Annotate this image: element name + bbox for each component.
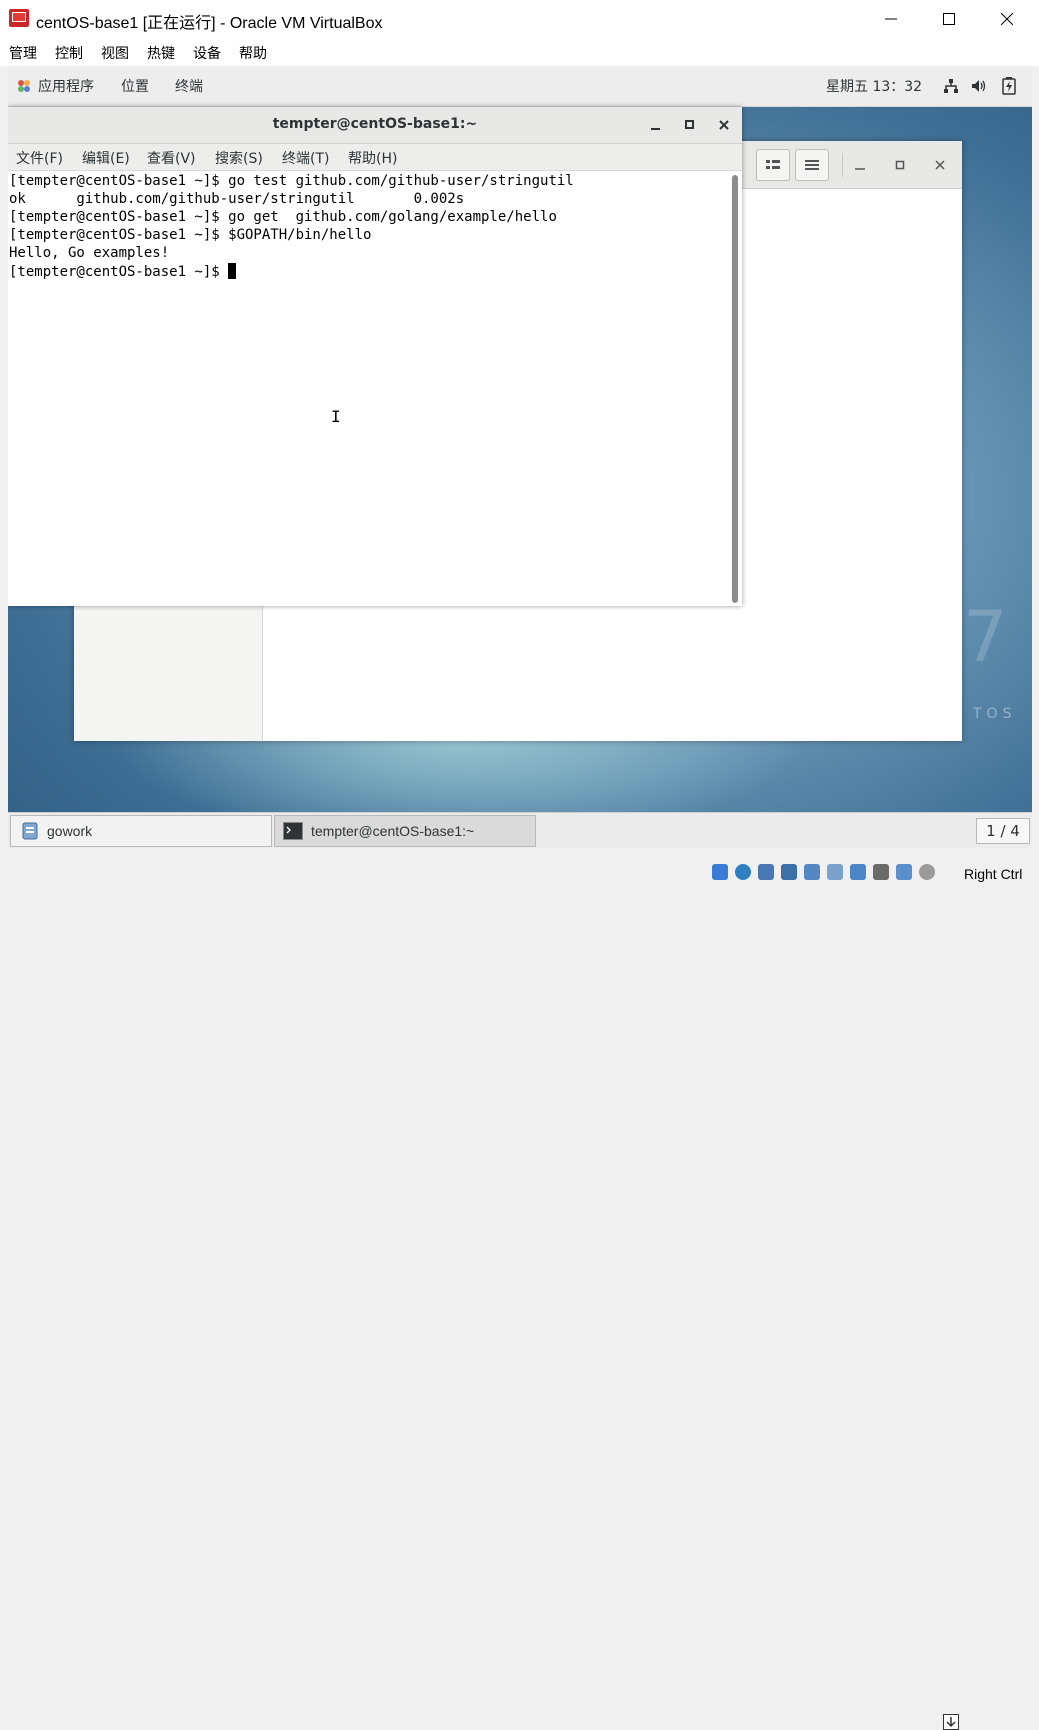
terminal-app-menu[interactable]: 终端 bbox=[175, 76, 203, 96]
network-icon[interactable] bbox=[943, 78, 959, 94]
host-key-label: Right Ctrl bbox=[964, 866, 1023, 882]
cpu-icon[interactable] bbox=[896, 864, 912, 880]
centos-watermark-number: 7 bbox=[963, 596, 1008, 678]
clock[interactable]: 星期五 13：32 bbox=[826, 76, 922, 96]
vbox-menubar: 管理 控制 视图 热键 设备 帮助 bbox=[0, 38, 1039, 66]
taskbar-label: gowork bbox=[47, 823, 93, 839]
vbox-titlebar: centOS-base1 [正在运行] - Oracle VM VirtualB… bbox=[0, 0, 1039, 38]
terminal-title: tempter@centOS-base1:~ bbox=[272, 116, 478, 132]
terminal-line: [tempter@centOS-base1 ~]$ $GOPATH/bin/he… bbox=[9, 227, 372, 243]
guest-screen[interactable]: 7 TOS 应用程序 位置 终端 星期五 13：32 tempter@centO… bbox=[8, 66, 1032, 848]
terminal-menu-help[interactable]: 帮助(H) bbox=[348, 148, 397, 168]
window-title: centOS-base1 [正在运行] - Oracle VM VirtualB… bbox=[36, 15, 383, 32]
terminal-menu-terminal[interactable]: 终端(T) bbox=[282, 148, 329, 168]
terminal-menu-edit[interactable]: 编辑(E) bbox=[82, 148, 130, 168]
hard-disk-icon[interactable] bbox=[712, 864, 728, 880]
minimize-icon bbox=[885, 18, 897, 20]
terminal-maximize-icon[interactable] bbox=[684, 119, 696, 131]
fm-minimize-icon[interactable] bbox=[854, 159, 866, 171]
terminal-window[interactable]: tempter@centOS-base1:~ 文件(F) 编辑(E) 查看(V)… bbox=[8, 107, 742, 606]
workspace-switcher[interactable]: 1 / 4 bbox=[976, 818, 1030, 844]
text-cursor bbox=[228, 263, 237, 279]
terminal-scrollbar[interactable] bbox=[732, 175, 738, 603]
menu-devices[interactable]: 设备 bbox=[193, 43, 221, 63]
host-key-arrow-icon bbox=[943, 1714, 959, 1730]
menu-help[interactable]: 帮助 bbox=[239, 43, 267, 63]
menu-control[interactable]: 控制 bbox=[55, 43, 83, 63]
applications-menu[interactable]: 应用程序 bbox=[38, 76, 94, 96]
terminal-prompt: [tempter@centOS-base1 ~]$ bbox=[9, 264, 229, 280]
gnome-bottom-panel: gowork tempter@centOS-base1:~ 1 / 4 bbox=[8, 812, 1032, 848]
header-separator bbox=[842, 153, 843, 177]
display-icon[interactable] bbox=[850, 864, 866, 880]
terminal-menu-view[interactable]: 查看(V) bbox=[147, 148, 196, 168]
terminal-close-icon[interactable] bbox=[718, 119, 730, 131]
terminal-menubar: 文件(F) 编辑(E) 查看(V) 搜索(S) 终端(T) 帮助(H) bbox=[8, 144, 742, 171]
taskbar-item-gowork[interactable]: gowork bbox=[10, 815, 272, 847]
file-manager-icon bbox=[22, 822, 38, 840]
mouse-ibeam-cursor-icon: I bbox=[331, 407, 341, 426]
applications-icon bbox=[18, 80, 30, 92]
menu-manage[interactable]: 管理 bbox=[9, 43, 37, 63]
menu-hotkey[interactable]: 热键 bbox=[147, 43, 175, 63]
fm-close-icon[interactable] bbox=[934, 159, 946, 171]
mouse-integration-icon[interactable] bbox=[919, 864, 935, 880]
terminal-prompt-line[interactable]: [tempter@centOS-base1 ~]$ bbox=[9, 263, 237, 280]
vbox-statusbar bbox=[0, 848, 1039, 1730]
audio-icon[interactable] bbox=[758, 864, 774, 880]
virtualbox-app-icon bbox=[9, 9, 29, 27]
terminal-menu-file[interactable]: 文件(F) bbox=[16, 148, 63, 168]
terminal-minimize-icon[interactable] bbox=[650, 119, 662, 131]
terminal-icon bbox=[283, 822, 303, 840]
fm-maximize-icon[interactable] bbox=[894, 159, 906, 171]
close-icon bbox=[1001, 13, 1013, 25]
battery-icon[interactable] bbox=[1002, 77, 1016, 95]
terminal-line: [tempter@centOS-base1 ~]$ go test github… bbox=[9, 173, 574, 189]
taskbar-label: tempter@centOS-base1:~ bbox=[311, 823, 475, 839]
terminal-output[interactable]: [tempter@centOS-base1 ~]$ go test github… bbox=[8, 171, 730, 606]
volume-icon[interactable] bbox=[971, 78, 987, 94]
centos-watermark-text: TOS bbox=[973, 706, 1017, 722]
menu-button[interactable] bbox=[795, 149, 829, 181]
minimize-button[interactable] bbox=[862, 0, 920, 38]
terminal-line: [tempter@centOS-base1 ~]$ go get github.… bbox=[9, 209, 557, 225]
taskbar-item-terminal[interactable]: tempter@centOS-base1:~ bbox=[274, 815, 536, 847]
optical-drive-icon[interactable] bbox=[735, 864, 751, 880]
terminal-line: ok github.com/github-user/stringutil 0.0… bbox=[9, 191, 465, 207]
close-button[interactable] bbox=[978, 0, 1036, 38]
menu-view[interactable]: 视图 bbox=[101, 43, 129, 63]
network-adapter-icon[interactable] bbox=[781, 864, 797, 880]
recording-icon[interactable] bbox=[873, 864, 889, 880]
list-view-icon bbox=[766, 160, 780, 169]
places-menu[interactable]: 位置 bbox=[121, 76, 149, 96]
terminal-titlebar[interactable]: tempter@centOS-base1:~ bbox=[8, 107, 742, 144]
terminal-line: Hello, Go examples! bbox=[9, 245, 170, 261]
shared-folders-icon[interactable] bbox=[827, 864, 843, 880]
gnome-topbar: 应用程序 位置 终端 星期五 13：32 bbox=[8, 66, 1032, 107]
terminal-menu-search[interactable]: 搜索(S) bbox=[215, 148, 263, 168]
view-list-options-button[interactable] bbox=[756, 149, 790, 181]
usb-icon[interactable] bbox=[804, 864, 820, 880]
maximize-icon bbox=[943, 13, 955, 25]
hamburger-icon bbox=[805, 160, 819, 170]
maximize-button[interactable] bbox=[920, 0, 978, 38]
